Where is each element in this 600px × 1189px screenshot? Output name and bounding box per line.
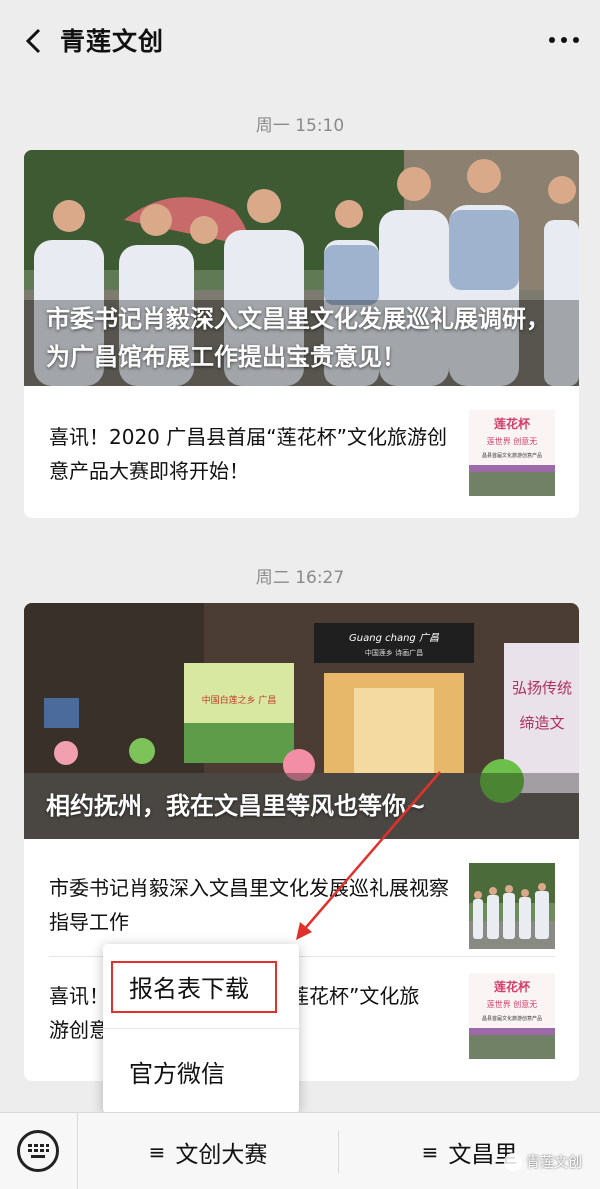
svg-text:缔造文: 缔造文 (519, 714, 564, 732)
svg-text:莲花杯: 莲花杯 (494, 979, 531, 994)
svg-text:莲世界 创意无: 莲世界 创意无 (487, 999, 538, 1009)
svg-text:中国莲乡 诗画广昌: 中国莲乡 诗画广昌 (365, 648, 423, 657)
hero-title: 市委书记肖毅深入文昌里文化发展巡礼展调研，为广昌馆布展工作提出宝贵意见！ (46, 305, 550, 371)
svg-text:昌县首届文化旅游创意产品: 昌县首届文化旅游创意产品 (482, 452, 542, 459)
message-timestamp: 周一 15:10 (255, 116, 345, 136)
svg-text:Guang chang 广昌: Guang chang 广昌 (349, 632, 440, 644)
hamburger-icon: ≡ (421, 1139, 439, 1164)
hamburger-icon: ≡ (148, 1139, 166, 1164)
more-dots-icon[interactable] (546, 26, 582, 54)
tab-contest[interactable]: ≡ 文创大赛 (78, 1113, 338, 1189)
thumbnail-lotus-contest: 莲花杯 莲世界 创意无 昌县首届文化旅游创意产品 (469, 973, 555, 1059)
svg-text:莲花杯: 莲花杯 (494, 416, 531, 431)
svg-text:中国白莲之乡 广昌: 中国白莲之乡 广昌 (202, 694, 277, 706)
list-item[interactable]: 市委书记肖毅深入文昌里文化发展巡礼展视察指导工作 (24, 839, 579, 956)
page-title: 青莲文创 (60, 27, 165, 56)
article-title: 市委书记肖毅深入文昌里文化发展巡礼展视察指导工作 (49, 876, 449, 934)
thumbnail-officials (469, 863, 555, 949)
thumbnail-lotus-contest: 莲花杯 莲世界 创意无 昌县首届文化旅游创意产品 (469, 410, 555, 496)
article-hero[interactable]: 中国白莲之乡 广昌 Guang chang 广昌 中国莲乡 诗画广昌 弘扬传统 … (24, 603, 579, 839)
tab-wenchangli[interactable]: ≡ 文昌里 (339, 1113, 600, 1189)
hero-title: 相约抚州，我在文昌里等风也等你~ (46, 792, 427, 820)
tab-label: 文创大赛 (175, 1141, 268, 1168)
bottom-menu-bar: ≡ 文创大赛 ≡ 文昌里 (0, 1112, 600, 1189)
article-card: 市委书记肖毅深入文昌里文化发展巡礼展调研，为广昌馆布展工作提出宝贵意见！ 喜讯！… (24, 150, 579, 518)
top-bar: 青莲文创 (0, 0, 600, 80)
chevron-left-icon[interactable] (20, 26, 50, 56)
svg-text:莲世界 创意无: 莲世界 创意无 (487, 436, 538, 446)
wechat-icon (504, 1153, 522, 1171)
article-title: 喜讯！2020 广昌县首届“莲花杯”文化旅游创意产品大赛即将开始！ (49, 425, 447, 483)
watermark: 青莲文创 (504, 1152, 582, 1172)
svg-text:昌县首届文化旅游创意产品: 昌县首届文化旅游创意产品 (482, 1015, 542, 1022)
article-hero[interactable]: 市委书记肖毅深入文昌里文化发展巡礼展调研，为广昌馆布展工作提出宝贵意见！ (24, 150, 579, 386)
list-item[interactable]: 喜讯！2020 广昌县首届“莲花杯”文化旅游创意产品大赛即将开始！ 莲花杯 莲世… (24, 386, 579, 518)
menu-item-official-wechat[interactable]: 官方微信 (103, 1029, 299, 1113)
svg-text:弘扬传统: 弘扬传统 (512, 679, 572, 697)
keyboard-icon[interactable] (17, 1130, 59, 1172)
message-timestamp: 周二 16:27 (255, 568, 345, 588)
highlight-box (111, 961, 277, 1013)
